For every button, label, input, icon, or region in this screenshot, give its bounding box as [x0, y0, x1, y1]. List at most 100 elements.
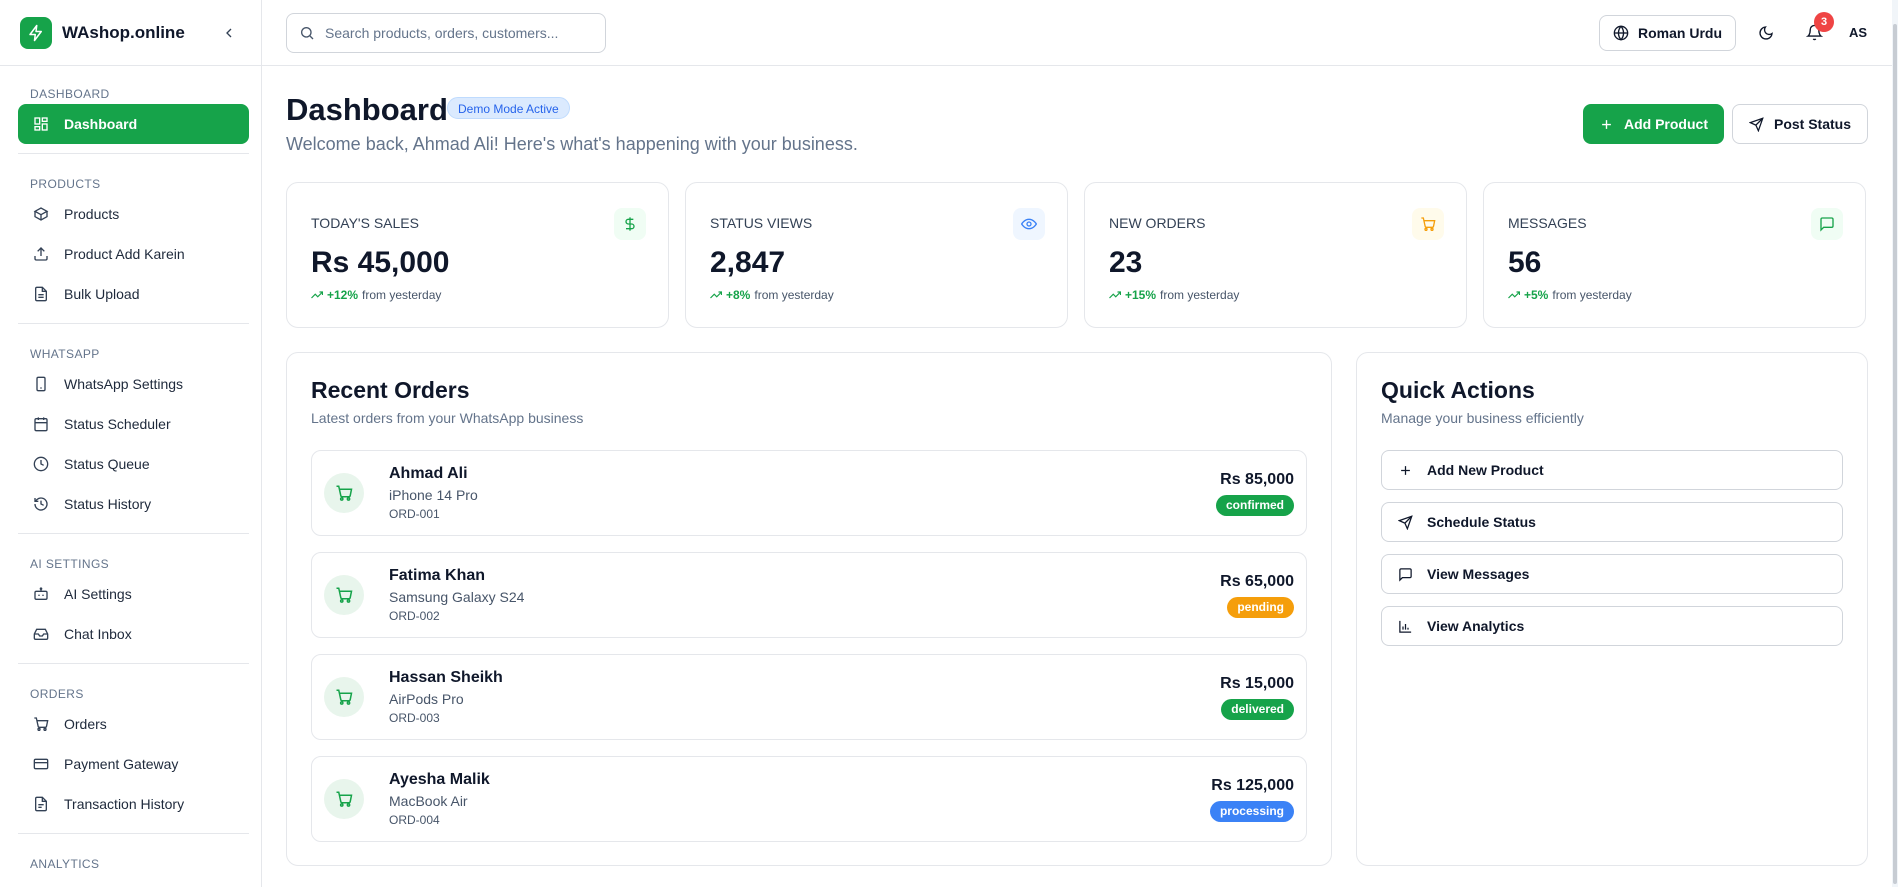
view-analytics-button[interactable]: View Analytics: [1381, 606, 1843, 646]
add-new-product-button[interactable]: Add New Product: [1381, 450, 1843, 490]
theme-toggle-button[interactable]: [1748, 15, 1784, 51]
brand-header: WAshop.online: [0, 0, 261, 66]
sidebar-item-orders[interactable]: Orders: [18, 704, 249, 744]
quick-action-label: Schedule Status: [1427, 514, 1536, 530]
sidebar-item-whatsapp-settings[interactable]: WhatsApp Settings: [18, 364, 249, 404]
order-amount: Rs 85,000: [1220, 470, 1294, 488]
nav-section-products: PRODUCTS Products Product Add Karein Bul…: [18, 162, 249, 314]
upload-icon: [32, 245, 50, 263]
sidebar-item-ai-settings[interactable]: AI Settings: [18, 574, 249, 614]
search-input[interactable]: [325, 24, 585, 41]
nav-section-analytics: ANALYTICS: [18, 842, 249, 874]
sidebar-item-payment-gateway[interactable]: Payment Gateway: [18, 744, 249, 784]
order-amount: Rs 125,000: [1211, 776, 1294, 794]
quick-action-label: View Analytics: [1427, 618, 1525, 634]
smartphone-icon: [32, 375, 50, 393]
chevron-left-icon[interactable]: [217, 21, 241, 45]
schedule-status-button[interactable]: Schedule Status: [1381, 502, 1843, 542]
sidebar-item-label: Products: [64, 206, 120, 222]
order-id: ORD-001: [389, 507, 440, 521]
order-row[interactable]: Hassan Sheikh AirPods Pro ORD-003 Rs 15,…: [311, 654, 1307, 740]
customer-name: Ahmad Ali: [389, 465, 468, 482]
quick-action-label: View Messages: [1427, 566, 1530, 582]
quick-actions-card: Quick Actions Manage your business effic…: [1356, 352, 1868, 866]
sidebar-item-products[interactable]: Products: [18, 194, 249, 234]
order-list: Ahmad Ali iPhone 14 Pro ORD-001 Rs 85,00…: [311, 450, 1307, 842]
nav-section-title: DASHBOARD: [30, 87, 110, 101]
quick-actions-title: Quick Actions: [1381, 377, 1535, 403]
order-summary: Rs 85,000 confirmed: [1215, 470, 1294, 516]
top-header: Roman Urdu 3 AS: [262, 0, 1898, 66]
order-product: iPhone 14 Pro: [389, 487, 478, 503]
stats-row: TODAY'S SALES Rs 45,000 +12% from yester…: [286, 182, 1866, 328]
eye-icon: [1013, 208, 1045, 240]
plus-icon: [1599, 117, 1624, 132]
stat-card-new-orders: NEW ORDERS 23 +15% from yesterday: [1084, 182, 1467, 328]
stat-label: STATUS VIEWS: [710, 215, 813, 231]
post-status-button[interactable]: Post Status: [1731, 104, 1868, 144]
message-icon: [1811, 208, 1843, 240]
cart-icon: [324, 575, 364, 615]
stat-change-percent: +8%: [726, 288, 751, 302]
scrollbar-thumb[interactable]: [1893, 24, 1897, 884]
sidebar-item-status-scheduler[interactable]: Status Scheduler: [18, 404, 249, 444]
page-scrollbar[interactable]: [1892, 0, 1898, 887]
stat-change-percent: +15%: [1125, 288, 1157, 302]
stat-value: 2,847: [710, 246, 786, 279]
sidebar-item-status-history[interactable]: Status History: [18, 484, 249, 524]
user-avatar[interactable]: AS: [1840, 15, 1876, 51]
calendar-icon: [32, 415, 50, 433]
order-status-badge: delivered: [1221, 698, 1294, 720]
post-status-label: Post Status: [1773, 116, 1851, 132]
moon-icon: [1758, 25, 1774, 41]
sidebar-item-bulk-upload[interactable]: Bulk Upload: [18, 274, 249, 314]
stat-card-messages: MESSAGES 56 +5% from yesterday: [1483, 182, 1866, 328]
order-product: AirPods Pro: [389, 691, 464, 707]
sidebar-item-status-queue[interactable]: Status Queue: [18, 444, 249, 484]
view-messages-button[interactable]: View Messages: [1381, 554, 1843, 594]
order-row[interactable]: Ahmad Ali iPhone 14 Pro ORD-001 Rs 85,00…: [311, 450, 1307, 536]
sidebar-item-label: Payment Gateway: [64, 756, 179, 772]
sidebar-item-product-add[interactable]: Product Add Karein: [18, 234, 249, 274]
order-status-badge: confirmed: [1215, 494, 1294, 516]
stat-change-suffix: from yesterday: [1160, 288, 1240, 302]
stat-change-suffix: from yesterday: [362, 288, 442, 302]
sidebar-item-chat-inbox[interactable]: Chat Inbox: [18, 614, 249, 654]
add-product-button[interactable]: Add Product: [1582, 104, 1724, 144]
divider: [18, 153, 249, 154]
order-amount: Rs 15,000: [1220, 674, 1294, 692]
search-box[interactable]: [286, 12, 606, 53]
language-button[interactable]: Roman Urdu: [1599, 14, 1736, 51]
nav-section-ai-settings: AI SETTINGS AI Settings Chat Inbox: [18, 542, 249, 654]
cart-icon: [324, 473, 364, 513]
sidebar-nav: DASHBOARD Dashboard PRODUCTS Products Pr…: [0, 66, 261, 874]
order-row[interactable]: Ayesha Malik MacBook Air ORD-004 Rs 125,…: [311, 756, 1307, 842]
demo-mode-badge: Demo Mode Active: [447, 97, 570, 119]
bot-icon: [32, 585, 50, 603]
customer-name: Ayesha Malik: [389, 771, 490, 788]
notifications-button[interactable]: 3: [1796, 11, 1834, 51]
order-row[interactable]: Fatima Khan Samsung Galaxy S24 ORD-002 R…: [311, 552, 1307, 638]
trending-up-icon: [1508, 289, 1520, 301]
stat-value: 23: [1109, 246, 1143, 279]
message-icon: [1398, 567, 1427, 582]
globe-icon: [1613, 24, 1629, 41]
recent-orders-subtitle: Latest orders from your WhatsApp busines…: [311, 410, 584, 426]
order-summary: Rs 15,000 delivered: [1220, 675, 1294, 720]
language-label: Roman Urdu: [1638, 24, 1722, 41]
history-icon: [32, 495, 50, 513]
trending-up-icon: [710, 289, 722, 301]
customer-name: Fatima Khan: [389, 567, 486, 584]
lightning-icon: [20, 16, 52, 49]
order-product: Samsung Galaxy S24: [389, 589, 525, 605]
credit-card-icon: [32, 755, 50, 773]
search-icon: [299, 25, 315, 41]
sidebar-item-dashboard[interactable]: Dashboard: [18, 104, 249, 144]
sidebar-item-transaction-history[interactable]: Transaction History: [18, 784, 249, 824]
page-header: Dashboard Demo Mode Active Welcome back,…: [286, 66, 1868, 176]
stat-change: +15% from yesterday: [1109, 288, 1442, 302]
clock-icon: [32, 455, 50, 473]
sidebar-item-label: Product Add Karein: [64, 246, 185, 262]
sidebar-item-label: Status Queue: [64, 456, 150, 472]
order-status-badge: pending: [1227, 596, 1294, 618]
